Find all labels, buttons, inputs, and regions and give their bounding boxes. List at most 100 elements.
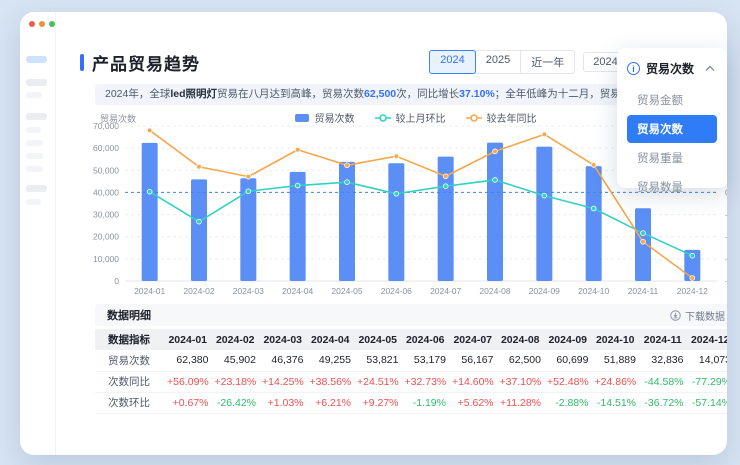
year-tab-近一年[interactable]: 近一年 — [520, 50, 576, 74]
metric-dropdown-panel: i 贸易次数 贸易金额 贸易次数 贸易重量 贸易数量 — [617, 48, 727, 194]
data-point[interactable] — [344, 162, 350, 169]
data-point[interactable] — [393, 190, 400, 197]
table-cell: 46,376 — [262, 350, 310, 372]
sidebar-item — [26, 185, 47, 192]
table-cell: +14.25% — [262, 371, 310, 393]
data-point[interactable] — [442, 173, 449, 180]
data-point[interactable] — [541, 131, 548, 138]
right-axis-tick-label: -80 — [725, 276, 727, 286]
summary-text: 贸易在八月达到高峰，贸易次数 — [217, 88, 365, 100]
metric-option[interactable]: 贸易金额 — [627, 86, 717, 114]
y-axis-tick-label: 40,000 — [93, 187, 119, 197]
data-point[interactable] — [640, 238, 646, 245]
summary-text: 次，同比增长 — [396, 88, 460, 100]
data-point[interactable] — [245, 173, 252, 180]
x-axis-tick-label: 2024-11 — [628, 286, 659, 296]
table-header-cell: 2024-03 — [262, 329, 310, 350]
data-point[interactable] — [393, 153, 400, 159]
table-header-cell: 2024-12 — [689, 329, 727, 350]
sidebar-item — [26, 127, 41, 133]
table-cell: 62,380 — [167, 350, 215, 372]
data-point[interactable] — [245, 188, 252, 195]
x-axis-tick-label: 2024-03 — [233, 286, 264, 296]
data-point[interactable] — [294, 146, 301, 153]
x-axis-tick-label: 2024-04 — [282, 286, 313, 296]
table-row: 次数环比 +0.67% -26.42% +1.03% +6.21% +9.27% -1.19… — [95, 392, 727, 414]
bar[interactable] — [388, 163, 405, 281]
table-cell: 14,073 — [689, 350, 727, 372]
page-title: 产品贸易趋势 — [92, 54, 200, 74]
bar[interactable] — [635, 208, 651, 281]
x-axis-tick-label: 2024-05 — [331, 286, 362, 296]
summary-text: led照明灯 — [170, 88, 218, 100]
table-header-cell: 2024-09 — [547, 329, 595, 350]
row-label: 贸易次数 — [95, 350, 167, 372]
y-axis-tick-label: 60,000 — [93, 143, 119, 153]
data-point[interactable] — [196, 163, 202, 170]
screen: 产品贸易趋势 20242025近一年 2024-01 → 2024-12 202… — [0, 0, 740, 465]
table-cell: +14.60% — [452, 371, 500, 393]
data-point[interactable] — [344, 179, 350, 185]
line-series — [149, 129, 693, 279]
download-icon — [670, 309, 681, 321]
metric-dropdown-trigger[interactable]: i 贸易次数 — [617, 58, 727, 85]
data-point[interactable] — [442, 183, 449, 190]
data-point[interactable] — [146, 188, 153, 195]
metric-option-list: 贸易金额 贸易次数 贸易重量 贸易数量 — [617, 86, 727, 201]
chevron-up-icon — [705, 65, 715, 71]
bar[interactable] — [585, 166, 602, 281]
sidebar-item — [26, 140, 43, 146]
table-cell: +5.62% — [452, 392, 500, 414]
table-row: 次数同比 +56.09% +23.18% +14.25% +38.56% +24.51% +… — [95, 371, 727, 393]
table-cell: -26.42% — [214, 392, 262, 414]
table-cell: -77.29% — [689, 371, 727, 393]
table-cell: -57.14% — [689, 392, 727, 414]
table-cell: +9.27% — [357, 392, 405, 414]
data-point[interactable] — [541, 192, 548, 199]
table-header-cell: 2024-01 — [167, 329, 215, 350]
x-axis-tick-label: 2024-02 — [183, 286, 214, 296]
table-cell: 51,889 — [594, 350, 642, 372]
data-point[interactable] — [590, 162, 597, 168]
table-cell: +52.48% — [547, 371, 595, 393]
download-label: 下载数据 — [685, 311, 725, 323]
row-label: 次数环比 — [95, 392, 167, 414]
table-cell: +6.21% — [309, 392, 357, 414]
year-tab-2024[interactable]: 2024 — [429, 50, 476, 74]
bar[interactable] — [141, 142, 158, 281]
data-point[interactable] — [689, 275, 696, 281]
year-tab-2025[interactable]: 2025 — [474, 50, 522, 74]
table-header-row: 数据指标 2024-01 2024-02 2024-03 2024-04 2024-05 2… — [95, 329, 727, 350]
data-point[interactable] — [294, 182, 301, 189]
table-header-cell: 数据指标 — [95, 329, 167, 350]
metric-option[interactable]: 贸易次数 — [627, 115, 717, 143]
y-axis-tick-label: 70,000 — [93, 121, 119, 131]
data-point[interactable] — [689, 252, 696, 259]
table-cell: -2.88% — [547, 392, 595, 414]
x-axis-tick-label: 2024-01 — [134, 286, 165, 296]
metric-option[interactable]: 贸易数量 — [627, 173, 717, 201]
data-point[interactable] — [146, 127, 153, 134]
data-point[interactable] — [492, 177, 498, 183]
x-axis-tick-label: 2024-08 — [479, 286, 510, 296]
table-cell: +56.09% — [167, 371, 215, 393]
data-point[interactable] — [640, 230, 646, 236]
bar[interactable] — [536, 146, 553, 281]
data-point[interactable] — [492, 148, 498, 155]
data-point[interactable] — [590, 205, 597, 212]
metric-option[interactable]: 贸易重量 — [627, 144, 717, 172]
summary-text: 2024年，全球 — [105, 88, 171, 100]
table-header-cell: 2024-10 — [594, 329, 642, 350]
bar[interactable] — [191, 179, 207, 281]
table-header-cell: 2024-06 — [404, 329, 452, 350]
download-data-button[interactable]: 下载数据 — [670, 308, 725, 323]
table-cell: +23.18% — [214, 371, 262, 393]
data-point[interactable] — [196, 218, 202, 225]
table-cell: +24.51% — [357, 371, 405, 393]
sidebar-item — [26, 166, 43, 172]
title-accent-bar — [80, 53, 84, 71]
right-axis-tick-label: -20 — [725, 210, 727, 220]
table-cell: -44.58% — [642, 371, 690, 393]
bar[interactable] — [487, 142, 503, 281]
summary-highlight: 37.10% — [459, 88, 495, 100]
